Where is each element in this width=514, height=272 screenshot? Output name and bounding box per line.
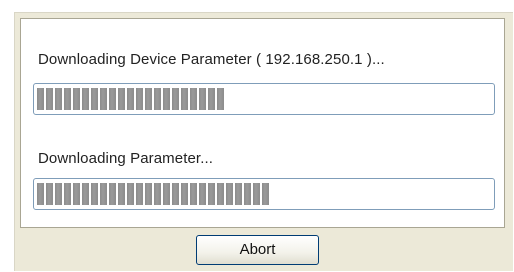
parameter-download-label: Downloading Parameter... [38,150,213,167]
parameter-download-progress-bar [33,178,495,210]
abort-button[interactable]: Abort [196,235,319,265]
parameter-progress-fill [37,183,269,205]
device-progress-fill [37,88,224,110]
device-download-label: Downloading Device Parameter ( 192.168.2… [38,51,385,68]
device-download-progress-bar [33,83,495,115]
download-dialog: Downloading Device Parameter ( 192.168.2… [14,12,513,271]
